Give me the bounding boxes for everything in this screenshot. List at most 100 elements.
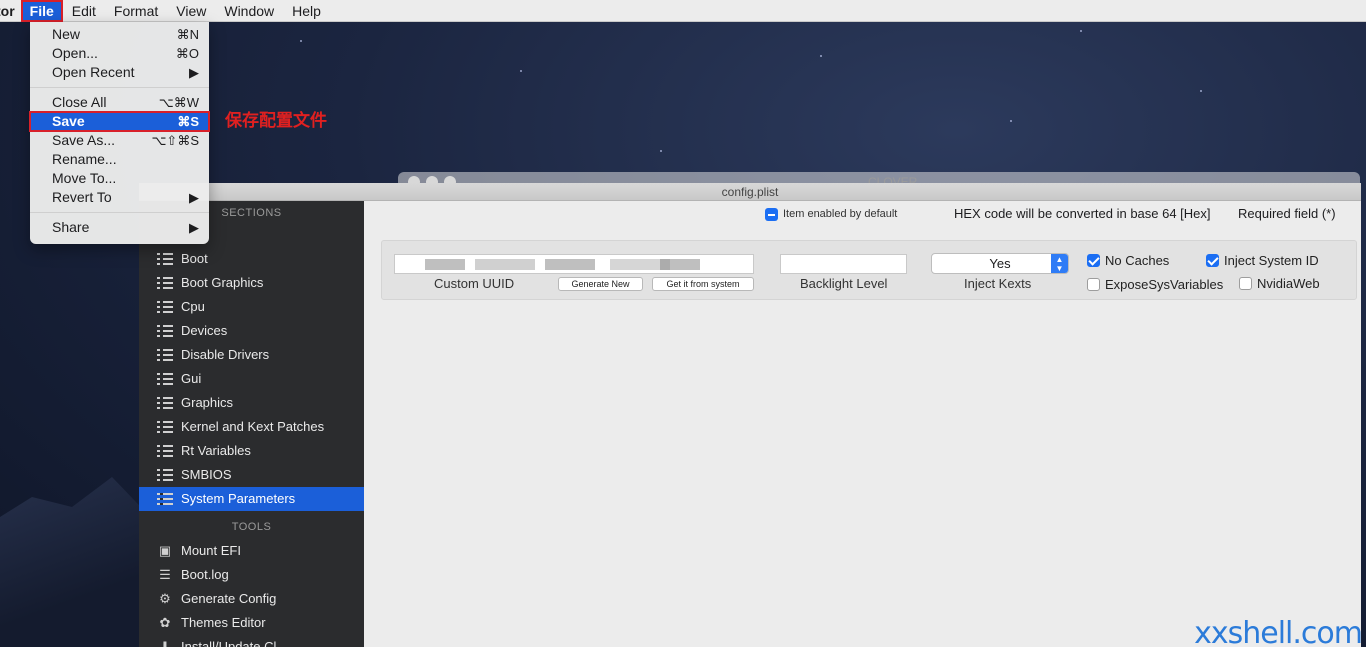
list-icon (157, 421, 173, 433)
sidebar-item-label: Boot (181, 251, 208, 266)
menu-help[interactable]: Help (283, 0, 330, 22)
menu-format[interactable]: Format (105, 0, 167, 22)
list-icon (157, 253, 173, 265)
list-icon (157, 469, 173, 481)
menu-item-label: Save As... (52, 132, 116, 148)
menu-item-revert-to[interactable]: Revert To ▶ (30, 188, 209, 207)
sidebar-item-boot-graphics[interactable]: Boot Graphics (139, 271, 364, 295)
tool-themes-editor[interactable]: ✿ Themes Editor (139, 611, 364, 635)
tool-label: Install/Update Cl... (181, 639, 288, 647)
tool-label: Themes Editor (181, 615, 266, 630)
menu-item-move-to[interactable]: Move To... (30, 169, 209, 188)
menu-item-new[interactable]: New ⌘N (30, 25, 209, 44)
submenu-arrow-icon: ▶ (189, 190, 199, 205)
tools-header: TOOLS (231, 521, 272, 533)
sidebar-item-system-parameters[interactable]: System Parameters (139, 487, 364, 511)
list-icon (157, 301, 173, 313)
custom-uuid-input[interactable] (394, 254, 754, 274)
menu-item-save[interactable]: Save ⌘S (29, 111, 210, 132)
nvidia-web-checkbox[interactable] (1239, 277, 1252, 290)
menu-item-save-as[interactable]: Save As... ⌥⇧⌘S (30, 131, 209, 150)
menu-separator (30, 212, 209, 213)
menu-item-label: Share (52, 219, 90, 235)
hex-note: HEX code will be converted in base 64 [H… (954, 206, 1211, 221)
tool-label: Boot.log (181, 567, 229, 582)
list-icon (157, 325, 173, 337)
list-icon (157, 493, 173, 505)
sidebar-item-boot[interactable]: Boot (139, 247, 364, 271)
system-parameters-panel: Custom UUID Generate New Get it from sys… (381, 240, 1357, 300)
sidebar-item-gui[interactable]: Gui (139, 367, 364, 391)
inject-kexts-select[interactable]: Yes ▲ ▼ (931, 253, 1069, 274)
app-name[interactable]: tor (0, 3, 21, 19)
list-icon (157, 373, 173, 385)
sidebar-item-kernel-kext-patches[interactable]: Kernel and Kext Patches (139, 415, 364, 439)
sidebar-item-label: SMBIOS (181, 467, 232, 482)
menu-item-label: Open... (52, 45, 98, 61)
shortcut-label: ⌘S (177, 114, 199, 129)
tool-install-update[interactable]: ⬇ Install/Update Cl... (139, 635, 364, 647)
sidebar-item-graphics[interactable]: Graphics (139, 391, 364, 415)
save-annotation: 保存配置文件 (225, 111, 327, 131)
menu-item-open[interactable]: Open... ⌘O (30, 44, 209, 63)
backlight-level-label: Backlight Level (800, 276, 888, 291)
palette-icon: ✿ (159, 615, 171, 630)
list-icon (157, 397, 173, 409)
gears-icon: ⚙ (159, 591, 171, 606)
list-icon (157, 445, 173, 457)
menu-item-close-all[interactable]: Close All ⌥⌘W (30, 93, 209, 112)
shortcut-label: ⌘O (175, 46, 199, 61)
sidebar-item-devices[interactable]: Devices (139, 319, 364, 343)
shortcut-label: ⌥⇧⌘S (151, 133, 199, 148)
menu-item-share[interactable]: Share ▶ (30, 218, 209, 237)
menu-view[interactable]: View (167, 0, 215, 22)
log-icon: ☰ (159, 567, 171, 582)
shortcut-label: ⌥⌘W (158, 95, 199, 110)
tool-label: Generate Config (181, 591, 277, 606)
menu-item-rename[interactable]: Rename... (30, 150, 209, 169)
submenu-arrow-icon: ▶ (189, 220, 199, 235)
tool-generate-config[interactable]: ⚙ Generate Config (139, 587, 364, 611)
window-title[interactable]: config.plist (139, 183, 1361, 201)
item-enabled-note: Item enabled by default (783, 208, 898, 220)
get-from-system-button[interactable]: Get it from system (652, 277, 754, 291)
shortcut-label: ⌘N (176, 27, 199, 42)
menu-window[interactable]: Window (215, 0, 283, 22)
menu-item-label: Save (52, 113, 85, 129)
sidebar-item-label: Cpu (181, 299, 205, 314)
menu-item-open-recent[interactable]: Open Recent ▶ (30, 63, 209, 82)
install-icon: ⬇ (159, 639, 171, 647)
sidebar-item-cpu[interactable]: Cpu (139, 295, 364, 319)
sidebar-item-label: Rt Variables (181, 443, 251, 458)
sidebar-item-disable-drivers[interactable]: Disable Drivers (139, 343, 364, 367)
required-note: Required field (*) (1238, 206, 1336, 221)
updown-arrow-icon: ▲ ▼ (1051, 254, 1068, 273)
inject-kexts-label: Inject Kexts (964, 276, 1032, 291)
sidebar-item-label: Devices (181, 323, 228, 338)
disk-icon: ▣ (158, 543, 172, 558)
sidebar-item-label: System Parameters (181, 491, 296, 506)
desktop-mountain (0, 477, 160, 647)
tool-mount-efi[interactable]: ▣ Mount EFI (139, 539, 364, 563)
inject-system-id-checkbox[interactable] (1206, 254, 1219, 267)
menu-bar: tor File Edit Format View Window Help (0, 0, 1366, 22)
nvidia-web-label: NvidiaWeb (1257, 276, 1320, 291)
inject-system-id-label: Inject System ID (1224, 253, 1319, 268)
sidebar-item-smbios[interactable]: SMBIOS (139, 463, 364, 487)
item-enabled-indicator (765, 208, 778, 221)
menu-item-label: New (52, 26, 81, 42)
list-icon (157, 349, 173, 361)
generate-new-button[interactable]: Generate New (558, 277, 643, 291)
no-caches-label: No Caches (1105, 253, 1170, 268)
menu-file[interactable]: File (20, 0, 63, 22)
menu-separator (30, 87, 209, 88)
no-caches-checkbox[interactable] (1087, 254, 1100, 267)
sidebar: SECTIONS Boot Boot Graphics Cpu Devices … (139, 201, 364, 647)
sidebar-item-rt-variables[interactable]: Rt Variables (139, 439, 364, 463)
tool-boot-log[interactable]: ☰ Boot.log (139, 563, 364, 587)
expose-sys-variables-checkbox[interactable] (1087, 278, 1100, 291)
backlight-level-input[interactable] (780, 254, 907, 274)
menu-edit[interactable]: Edit (63, 0, 105, 22)
menu-item-label: Move To... (52, 170, 117, 186)
submenu-arrow-icon: ▶ (189, 65, 199, 80)
